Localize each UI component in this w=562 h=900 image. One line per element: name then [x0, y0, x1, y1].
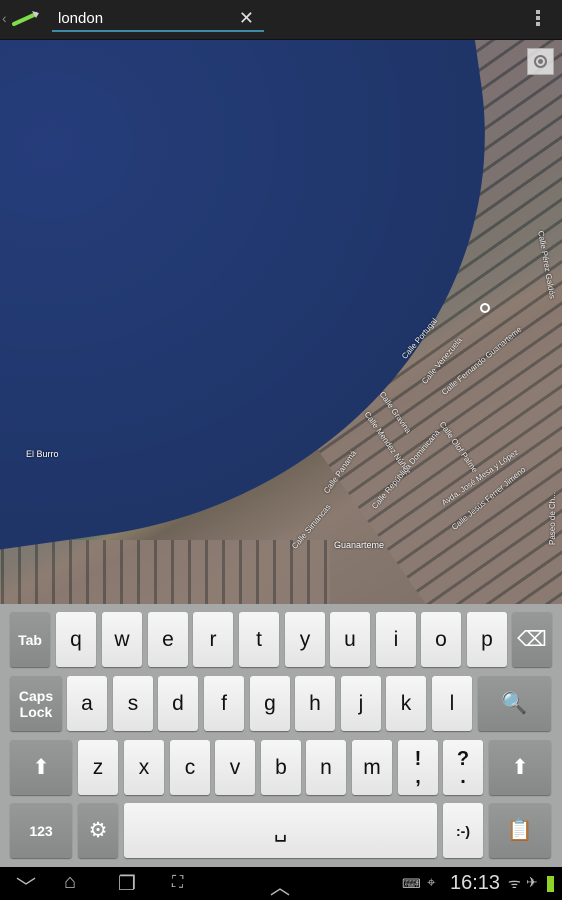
key-s[interactable]: s: [113, 676, 153, 731]
backspace-key[interactable]: ⌫: [512, 612, 552, 667]
key-m[interactable]: m: [352, 740, 392, 795]
key-?.[interactable]: ? .: [443, 740, 483, 795]
street-label: Paseo de Ch...: [548, 492, 557, 545]
chevron-up-icon[interactable]: ︿: [270, 871, 290, 900]
shift-key[interactable]: ⬆: [10, 740, 72, 795]
key-i[interactable]: i: [376, 612, 416, 667]
key-h[interactable]: h: [295, 676, 335, 731]
wifi-icon: ᯤ: [508, 875, 521, 891]
tab-key[interactable]: Tab: [10, 612, 50, 667]
key-g[interactable]: g: [250, 676, 290, 731]
key-f[interactable]: f: [204, 676, 244, 731]
location-marker[interactable]: [480, 303, 490, 313]
key-a[interactable]: a: [67, 676, 107, 731]
recent-apps-icon[interactable]: ❐: [118, 871, 136, 896]
overflow-menu-icon[interactable]: [533, 10, 543, 30]
key-e[interactable]: e: [148, 612, 188, 667]
shift-key[interactable]: ⬆: [489, 740, 551, 795]
key-u[interactable]: u: [330, 612, 370, 667]
hide-keyboard-icon[interactable]: ﹀: [16, 871, 36, 900]
map-label: Guanarteme: [334, 540, 385, 550]
key-l[interactable]: l: [432, 676, 472, 731]
map-city-area: [0, 540, 330, 604]
system-bar: ﹀ ⌂ ❐ ⛶ ︿ ⌨ ⌖ 16:13 ᯤ ✈: [0, 867, 562, 900]
space-key[interactable]: ␣: [124, 803, 437, 858]
search-input[interactable]: [52, 6, 232, 30]
home-icon[interactable]: ⌂: [64, 871, 76, 894]
clock: 16:13: [450, 872, 501, 894]
caps-lock-key[interactable]: Caps Lock: [10, 676, 62, 731]
key-k[interactable]: k: [386, 676, 426, 731]
action-bar: ‹ ✕: [0, 0, 562, 40]
key-n[interactable]: n: [306, 740, 346, 795]
screenshot-icon[interactable]: ⛶: [172, 874, 183, 892]
key-!,[interactable]: ! ,: [398, 740, 438, 795]
close-icon[interactable]: ✕: [239, 8, 254, 29]
search-key[interactable]: 🔍: [478, 676, 551, 731]
back-icon[interactable]: ‹: [2, 10, 7, 26]
key-j[interactable]: j: [341, 676, 381, 731]
key-c[interactable]: c: [170, 740, 210, 795]
key-d[interactable]: d: [158, 676, 198, 731]
airplane-icon: ✈: [526, 874, 538, 890]
key-x[interactable]: x: [124, 740, 164, 795]
smiley-key[interactable]: :-): [443, 803, 483, 858]
key-o[interactable]: o: [421, 612, 461, 667]
key-q[interactable]: q: [56, 612, 96, 667]
key-t[interactable]: t: [239, 612, 279, 667]
settings-key[interactable]: ⚙: [78, 803, 118, 858]
key-r[interactable]: r: [193, 612, 233, 667]
satellite-map[interactable]: El Burro Guanarteme Calle Portugal Calle …: [0, 40, 562, 604]
on-screen-keyboard: Tab q w e r t y u i o p ⌫ Caps Lock a s d f g h j k l 🔍 ⬆ z x c v b n…: [0, 604, 562, 867]
my-location-button[interactable]: [527, 48, 554, 75]
map-label: El Burro: [26, 449, 59, 459]
key-v[interactable]: v: [215, 740, 255, 795]
gps-icon: ⌖: [427, 874, 436, 891]
numbers-key[interactable]: 123: [10, 803, 72, 858]
key-b[interactable]: b: [261, 740, 301, 795]
key-y[interactable]: y: [285, 612, 325, 667]
crosshair-icon: [534, 55, 547, 68]
key-p[interactable]: p: [467, 612, 507, 667]
app-logo-icon[interactable]: [10, 8, 42, 28]
keyboard-icon: ⌨: [402, 876, 421, 891]
key-z[interactable]: z: [78, 740, 118, 795]
search-field[interactable]: ✕: [52, 6, 264, 32]
key-w[interactable]: w: [102, 612, 142, 667]
battery-icon: [547, 876, 554, 892]
clipboard-key[interactable]: 📋: [489, 803, 551, 858]
